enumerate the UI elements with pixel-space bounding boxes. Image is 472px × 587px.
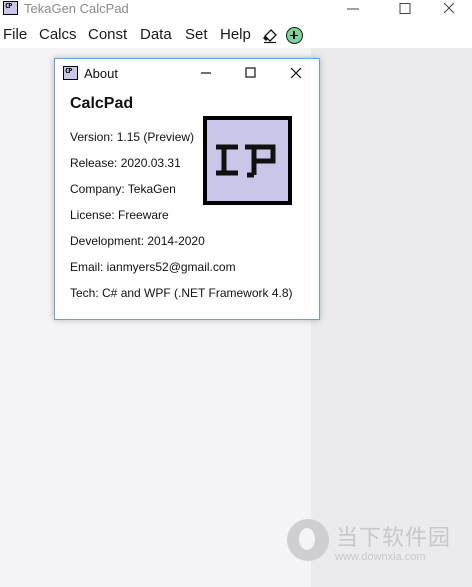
close-button[interactable] bbox=[426, 0, 472, 18]
menu-const[interactable]: Const bbox=[88, 26, 127, 43]
about-minimize-icon[interactable] bbox=[198, 65, 214, 81]
about-title-bar: CP About bbox=[55, 59, 319, 87]
minimize-button[interactable] bbox=[330, 0, 376, 18]
calcpad-logo bbox=[203, 116, 292, 205]
tech-text: Tech: C# and WPF (.NET Framework 4.8) bbox=[70, 286, 293, 300]
license-text: License: Freeware bbox=[70, 208, 169, 222]
app-name: CalcPad bbox=[70, 95, 134, 112]
company-text: Company: TekaGen bbox=[70, 182, 176, 196]
watermark-brand: 当下软件园 bbox=[336, 525, 452, 550]
menu-bar: File Calcs Const Data Set Help bbox=[0, 24, 472, 46]
output-pane[interactable] bbox=[311, 48, 472, 587]
menu-data[interactable]: Data bbox=[140, 26, 172, 43]
app-icon-text: CP bbox=[5, 2, 13, 10]
close-icon bbox=[443, 2, 455, 14]
menu-set[interactable]: Set bbox=[185, 26, 208, 43]
eraser-icon[interactable] bbox=[262, 28, 278, 44]
add-circle-icon[interactable] bbox=[286, 27, 303, 44]
menu-calcs[interactable]: Calcs bbox=[39, 26, 77, 43]
maximize-icon bbox=[399, 3, 411, 14]
about-title: About bbox=[84, 66, 118, 81]
title-bar: CP TekaGen CalcPad bbox=[0, 0, 472, 18]
about-dialog: CP About CalcPad Version: 1.15 (Preview)… bbox=[54, 58, 320, 320]
maximize-button[interactable] bbox=[382, 0, 428, 18]
about-maximize-icon[interactable] bbox=[243, 65, 259, 81]
about-app-icon: CP bbox=[63, 66, 78, 80]
menu-file[interactable]: File bbox=[3, 26, 27, 43]
window-title: TekaGen CalcPad bbox=[24, 1, 129, 16]
menu-help[interactable]: Help bbox=[220, 26, 251, 43]
development-text: Development: 2014-2020 bbox=[70, 234, 205, 248]
release-text: Release: 2020.03.31 bbox=[70, 156, 181, 170]
calcpad-logo-icon bbox=[216, 144, 276, 178]
app-icon: CP bbox=[3, 1, 18, 15]
about-icon-text: CP bbox=[65, 67, 73, 75]
minimize-icon bbox=[347, 8, 359, 10]
version-text: Version: 1.15 (Preview) bbox=[70, 130, 195, 144]
email-text: Email: ianmyers52@gmail.com bbox=[70, 260, 236, 274]
watermark-url: www.downxia.com bbox=[335, 551, 426, 563]
about-close-icon[interactable] bbox=[288, 65, 304, 81]
watermark-logo-icon bbox=[287, 519, 329, 561]
